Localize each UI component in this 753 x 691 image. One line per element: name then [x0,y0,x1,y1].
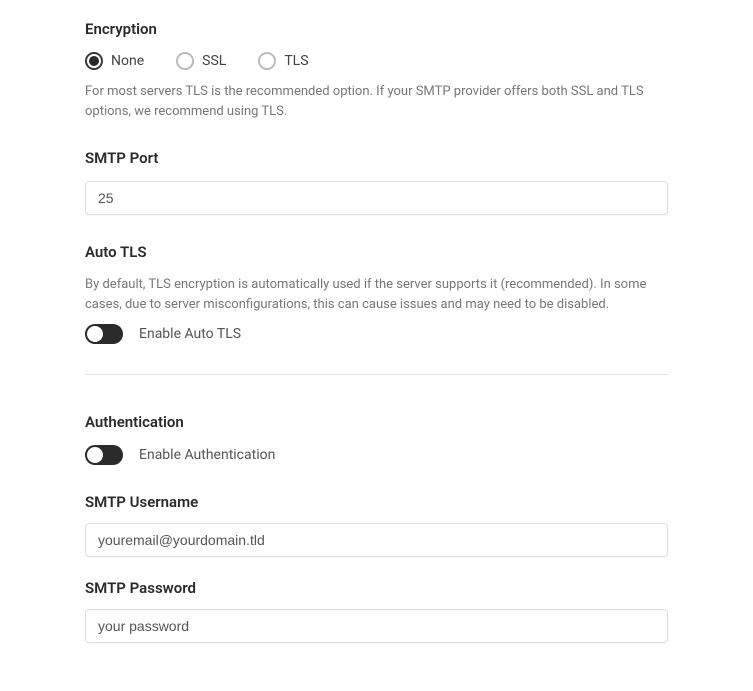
toggle-knob-icon [87,447,103,463]
encryption-radio-group: None SSL TLS [85,52,668,70]
encryption-radio-tls[interactable]: TLS [258,52,308,70]
radio-icon [258,52,276,70]
authentication-section: Authentication Enable Authentication [85,413,668,465]
smtp-port-input[interactable] [85,181,668,215]
radio-icon [85,52,103,70]
auto-tls-heading: Auto TLS [85,243,668,261]
smtp-username-input[interactable] [85,523,668,557]
smtp-port-section: SMTP Port [85,149,668,215]
smtp-username-section: SMTP Username [85,493,668,557]
auto-tls-toggle-label: Enable Auto TLS [139,326,241,342]
toggle-knob-icon [87,326,103,342]
encryption-section: Encryption None SSL TLS For most servers… [85,20,668,121]
section-divider [85,374,668,375]
encryption-radio-ssl-label: SSL [202,53,226,69]
encryption-heading: Encryption [85,20,668,38]
authentication-heading: Authentication [85,413,668,431]
smtp-port-heading: SMTP Port [85,149,668,167]
authentication-toggle-row: Enable Authentication [85,445,668,465]
smtp-username-heading: SMTP Username [85,493,668,511]
encryption-radio-tls-label: TLS [284,53,308,69]
smtp-password-input[interactable] [85,609,668,643]
smtp-password-heading: SMTP Password [85,579,668,597]
authentication-toggle[interactable] [85,445,123,465]
encryption-radio-ssl[interactable]: SSL [176,52,226,70]
smtp-password-section: SMTP Password [85,579,668,643]
encryption-radio-none-label: None [111,53,144,69]
auto-tls-toggle-row: Enable Auto TLS [85,324,668,344]
radio-icon [176,52,194,70]
encryption-radio-none[interactable]: None [85,52,144,70]
radio-dot-icon [89,56,99,66]
authentication-toggle-label: Enable Authentication [139,447,275,463]
auto-tls-section: Auto TLS By default, TLS encryption is a… [85,243,668,344]
encryption-help-text: For most servers TLS is the recommended … [85,82,668,121]
auto-tls-toggle[interactable] [85,324,123,344]
auto-tls-help-text: By default, TLS encryption is automatica… [85,275,668,314]
